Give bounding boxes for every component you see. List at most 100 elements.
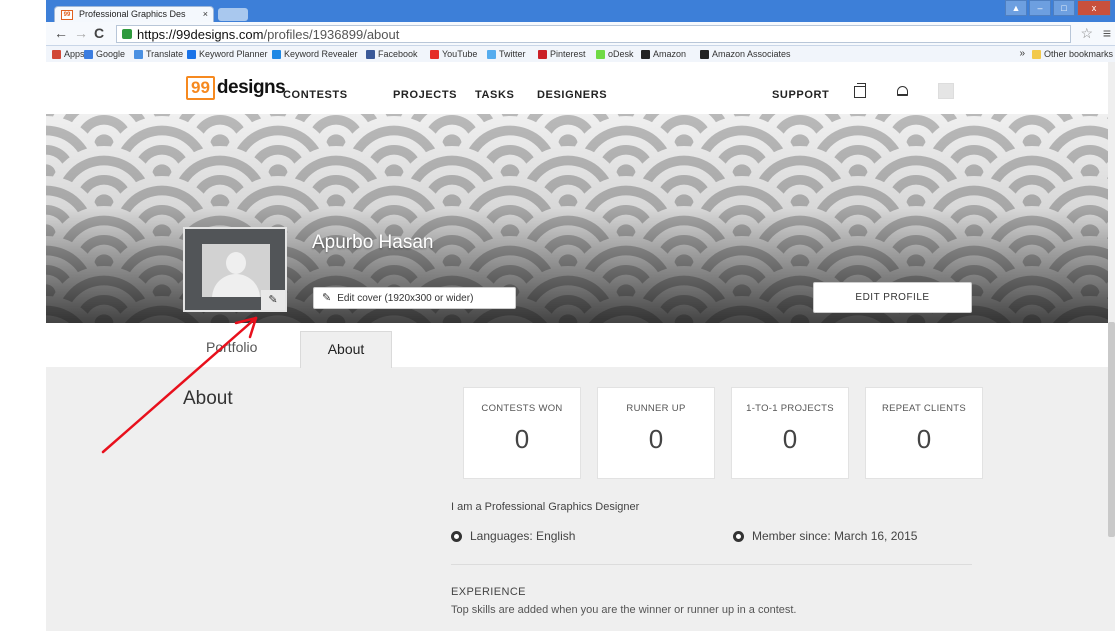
keyword-planner-icon	[187, 49, 196, 59]
bookmark-label: Keyword Revealer	[284, 49, 358, 59]
bookmark-label: Pinterest	[550, 49, 586, 59]
bookmark-label: YouTube	[442, 49, 478, 59]
experience-text: Top skills are added when you are the wi…	[451, 604, 797, 616]
minimize-button[interactable]: –	[1029, 0, 1051, 16]
edit-cover-label: Edit cover (1920x300 or wider)	[337, 293, 474, 304]
youtube-icon	[430, 49, 439, 59]
page: 99 Professional Graphics Des × ▲ – □ x ←…	[0, 0, 1115, 631]
windows-icon[interactable]	[854, 83, 866, 98]
pencil-icon: ✎	[322, 292, 332, 304]
apps-grid-icon	[52, 49, 61, 59]
odesk-icon	[596, 49, 605, 59]
site-logo[interactable]: 99 designs	[186, 76, 286, 100]
member-since-row: Member since: March 16, 2015	[733, 529, 917, 543]
nav-support[interactable]: SUPPORT	[772, 89, 829, 101]
stat-label: RUNNER UP	[626, 403, 686, 414]
bookmark-odesk[interactable]: oDesk	[596, 49, 634, 59]
clock-icon	[733, 530, 744, 542]
profile-name: Apurbo Hasan	[312, 232, 434, 253]
user-avatar-icon[interactable]	[938, 83, 954, 99]
nav-tasks[interactable]: TASKS	[475, 89, 514, 101]
amazon-associates-icon	[700, 49, 709, 59]
bookmark-translate[interactable]: Translate	[134, 49, 183, 59]
url-path: /profiles/1936899/about	[263, 27, 400, 42]
languages-text: Languages: English	[470, 529, 576, 543]
bookmark-amazon-associates[interactable]: Amazon Associates	[700, 49, 791, 59]
maximize-button[interactable]: □	[1053, 0, 1075, 16]
stat-value: 0	[648, 424, 664, 454]
tab-about[interactable]: About	[300, 331, 392, 368]
bookmark-label: Apps	[64, 49, 85, 59]
address-bar[interactable]: https://99designs.com/profiles/1936899/a…	[116, 25, 1071, 43]
forward-arrow-icon[interactable]: →	[74, 25, 88, 41]
bookmark-facebook[interactable]: Facebook	[366, 49, 418, 59]
browser-tabstrip: 99 Professional Graphics Des × ▲ – □ x	[46, 0, 1115, 22]
bookmark-label: Amazon	[653, 49, 687, 59]
bookmark-label: Keyword Planner	[199, 49, 268, 59]
stat-value: 0	[782, 424, 798, 454]
other-bookmarks[interactable]: Other bookmarks	[1031, 49, 1113, 59]
chrome-menu-icon[interactable]: ≡	[1103, 25, 1111, 41]
bookmark-star-icon[interactable]: ☆	[1080, 25, 1093, 42]
new-tab-button[interactable]	[218, 8, 248, 21]
edit-avatar-pencil-icon[interactable]: ✎	[261, 290, 285, 310]
bookmark-amazon[interactable]: Amazon	[641, 49, 686, 59]
close-window-button[interactable]: x	[1077, 0, 1111, 16]
tab-title: Professional Graphics Des	[79, 9, 186, 19]
bookmark-label: oDesk	[608, 49, 634, 59]
back-arrow-icon[interactable]: ←	[54, 25, 68, 41]
stat-value: 0	[916, 424, 932, 454]
site-header: 99 designs CONTESTS PROJECTS TASKS DESIG…	[46, 62, 1108, 114]
nav-projects[interactable]: PROJECTS	[393, 89, 457, 101]
stat-value: 0	[514, 424, 530, 454]
omnibar: ← → C https://99designs.com/profiles/193…	[46, 22, 1115, 46]
amazon-icon	[641, 49, 650, 59]
pinterest-icon	[538, 49, 547, 59]
facebook-icon	[366, 49, 375, 59]
logo-wordmark: designs	[216, 77, 286, 98]
scrollbar[interactable]	[1108, 322, 1115, 537]
globe-icon	[451, 530, 462, 542]
tab-close-icon[interactable]: ×	[203, 9, 208, 19]
edit-profile-button[interactable]: EDIT PROFILE	[813, 282, 972, 313]
bookmark-pinterest[interactable]: Pinterest	[538, 49, 586, 59]
divider	[451, 564, 972, 565]
notifications-bell-icon[interactable]	[897, 86, 908, 96]
bookmark-youtube[interactable]: YouTube	[430, 49, 477, 59]
stat-card-contests-won: CONTESTS WON 0	[463, 387, 581, 479]
browser-tab[interactable]: 99 Professional Graphics Des ×	[54, 6, 214, 22]
reload-icon[interactable]: C	[94, 25, 104, 41]
member-since-text: Member since: March 16, 2015	[752, 529, 918, 543]
bookmark-label: Facebook	[378, 49, 418, 59]
stat-card-1-to-1-projects: 1-TO-1 PROJECTS 0	[731, 387, 849, 479]
experience-heading: EXPERIENCE	[451, 586, 526, 598]
tab-portfolio[interactable]: Portfolio	[206, 339, 257, 355]
bookmark-keyword-revealer[interactable]: Keyword Revealer	[272, 49, 358, 59]
keyword-revealer-icon	[272, 49, 281, 59]
stat-card-repeat-clients: REPEAT CLIENTS 0	[865, 387, 983, 479]
bookmark-twitter[interactable]: Twitter	[487, 49, 526, 59]
stat-label: 1-TO-1 PROJECTS	[746, 403, 834, 414]
logo-mark: 99	[186, 76, 215, 100]
bookmark-keyword-planner[interactable]: Keyword Planner	[187, 49, 268, 59]
translate-icon	[134, 49, 143, 59]
about-heading: About	[183, 388, 233, 409]
stat-label: CONTESTS WON	[481, 403, 563, 414]
tab-favicon-icon: 99	[61, 10, 73, 20]
lock-icon	[122, 29, 132, 39]
bookmark-google[interactable]: Google	[84, 49, 125, 59]
bookmarks-overflow-icon[interactable]: »	[1019, 48, 1025, 59]
bookmark-apps[interactable]: Apps	[52, 49, 85, 59]
avatar-body	[212, 274, 260, 297]
bookmark-label: Google	[96, 49, 126, 59]
url-host: https://99designs.com	[137, 27, 264, 42]
bookmark-label: Translate	[146, 49, 184, 59]
window-user-icon[interactable]: ▲	[1005, 0, 1027, 16]
stat-card-runner-up: RUNNER UP 0	[597, 387, 715, 479]
window-controls: ▲ – □ x	[1005, 0, 1111, 18]
edit-cover-button[interactable]: ✎ Edit cover (1920x300 or wider)	[313, 287, 516, 309]
profile-bio: I am a Professional Graphics Designer	[451, 501, 640, 513]
bookmarks-bar: Apps Google Translate Keyword Planner Ke…	[46, 46, 1115, 62]
nav-contests[interactable]: CONTESTS	[283, 89, 348, 101]
nav-designers[interactable]: DESIGNERS	[537, 89, 607, 101]
